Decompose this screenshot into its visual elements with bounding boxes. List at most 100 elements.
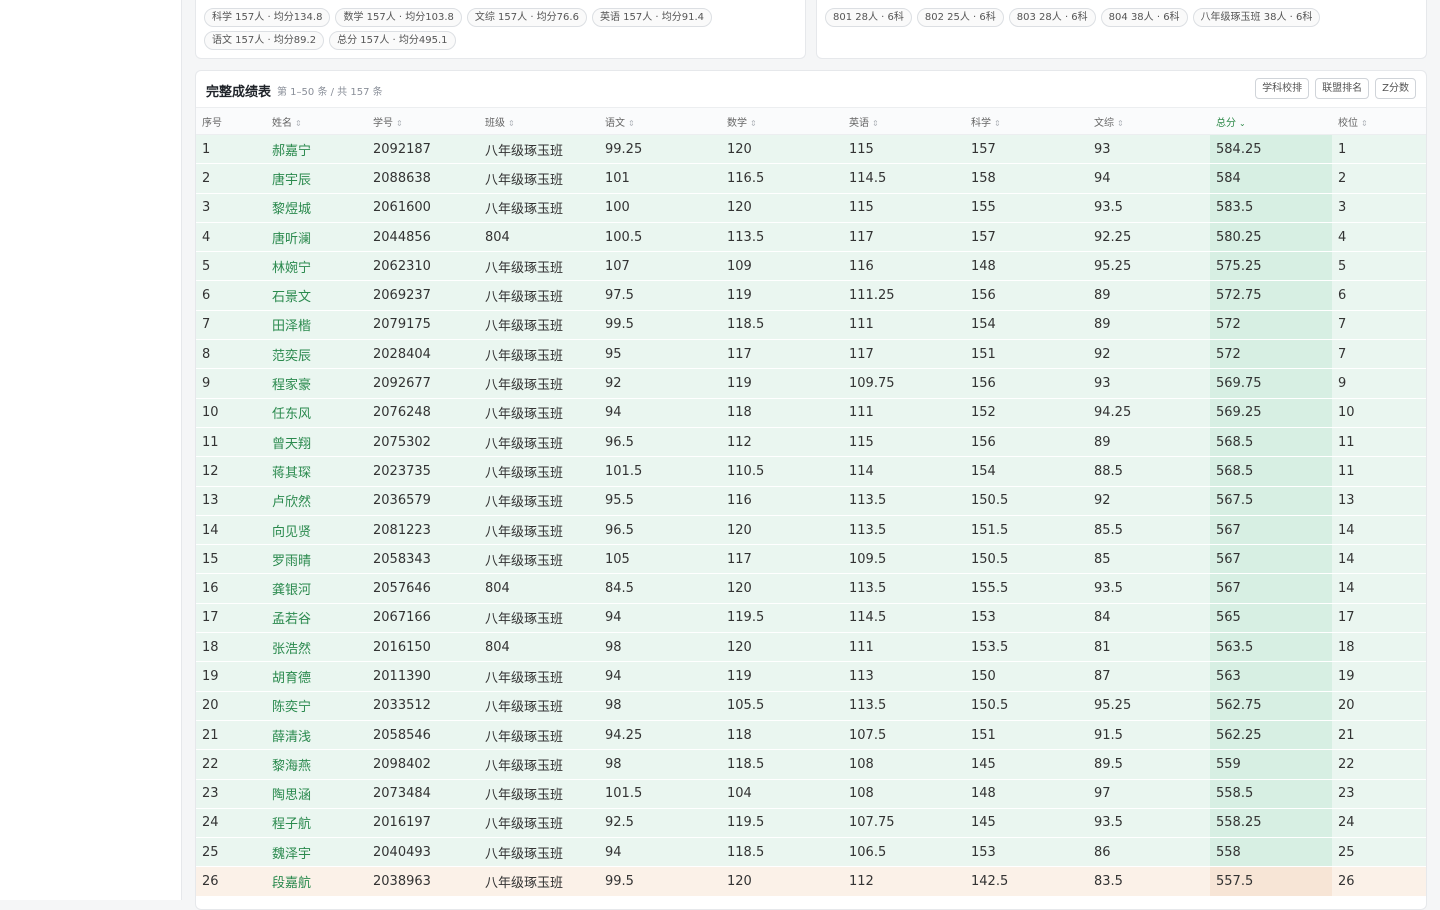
cell-class: 八年级琢玉班	[479, 779, 599, 809]
cell-name[interactable]: 魏泽宇	[266, 837, 367, 868]
table-row[interactable]: 5 林婉宁 2062310 八年级琢玉班 107 109 116 148 95.25 575.25…	[196, 251, 1426, 282]
table-row[interactable]: 18 张浩然 2016150 804 98 120 111 153.5 81 563.5 18	[196, 632, 1426, 663]
cell-class: 八年级琢玉班	[479, 193, 599, 223]
table-row[interactable]: 20 陈奕宁 2033512 八年级琢玉班 98 105.5 113.5 150.5 95.25…	[196, 691, 1426, 721]
cell-name[interactable]: 段嘉航	[266, 866, 367, 897]
cell-name[interactable]: 张浩然	[266, 632, 367, 663]
table-row[interactable]: 12 蒋其琛 2023735 八年级琢玉班 101.5 110.5 114 154 88.5 56…	[196, 456, 1426, 487]
cell-name[interactable]: 任东风	[266, 398, 367, 428]
cell-student-id: 2069237	[367, 280, 479, 311]
table-row[interactable]: 26 段嘉航 2038963 八年级琢玉班 99.5 120 112 142.5 83.5 557…	[196, 866, 1426, 897]
cell-student-id: 2088638	[367, 163, 479, 194]
cell-math: 119	[721, 661, 843, 692]
cell-humanities: 86	[1088, 837, 1210, 868]
subject-chips: 科学 157人 · 均分134.8 数学 157人 · 均分103.8 文综 157…	[204, 8, 797, 50]
cell-student-id: 2044856	[367, 222, 479, 253]
cell-name[interactable]: 曾天翔	[266, 427, 367, 458]
cell-chinese: 101	[599, 163, 721, 194]
z-score-button[interactable]: Z分数	[1375, 78, 1416, 99]
table-row[interactable]: 7 田泽楷 2079175 八年级琢玉班 99.5 118.5 111 154 89 572 7	[196, 310, 1426, 341]
table-row[interactable]: 19 胡育德 2011390 八年级琢玉班 94 119 113 150 87 563 19	[196, 661, 1426, 692]
table-row[interactable]: 9 程家豪 2092677 八年级琢玉班 92 119 109.75 156 93 569.75 9	[196, 368, 1426, 399]
cell-humanities: 89	[1088, 280, 1210, 311]
table-row[interactable]: 3 黎煜城 2061600 八年级琢玉班 100 120 115 155 93.5 583.5 3	[196, 193, 1426, 223]
cell-name[interactable]: 薛清浅	[266, 720, 367, 751]
cell-humanities: 87	[1088, 661, 1210, 692]
cell-chinese: 94	[599, 837, 721, 868]
column-header-science[interactable]: 科学 ⇕	[965, 108, 1088, 135]
class-summary-chip: 803 28人 · 6科	[1008, 8, 1096, 27]
cell-science: 156	[965, 427, 1088, 458]
column-header-humanities[interactable]: 文综 ⇕	[1088, 108, 1210, 135]
cell-class: 八年级琢玉班	[479, 749, 599, 780]
cell-school-rank: 23	[1332, 779, 1426, 809]
cell-name[interactable]: 程子航	[266, 808, 367, 839]
cell-class: 804	[479, 573, 599, 604]
cell-total: 568.5	[1210, 427, 1332, 458]
column-header-chinese[interactable]: 语文 ⇕	[599, 108, 721, 135]
cell-humanities: 92.25	[1088, 222, 1210, 253]
column-header-name[interactable]: 姓名 ⇕	[266, 108, 367, 135]
column-header-total[interactable]: 总分 ⌄	[1210, 108, 1332, 135]
cell-student-id: 2016197	[367, 808, 479, 839]
table-row[interactable]: 1 郝嘉宁 2092187 八年级琢玉班 99.25 120 115 157 93 584.25 1	[196, 134, 1426, 165]
table-row[interactable]: 22 黎海燕 2098402 八年级琢玉班 98 118.5 108 145 89.5 559 22	[196, 749, 1426, 780]
table-row[interactable]: 10 任东风 2076248 八年级琢玉班 94 118 111 152 94.25 569.25…	[196, 398, 1426, 428]
table-row[interactable]: 8 范奕辰 2028404 八年级琢玉班 95 117 117 151 92 572 7	[196, 339, 1426, 370]
table-row[interactable]: 13 卢欣然 2036579 八年级琢玉班 95.5 116 113.5 150.5 92 567…	[196, 486, 1426, 516]
cell-name[interactable]: 孟若谷	[266, 603, 367, 634]
cell-chinese: 92.5	[599, 808, 721, 839]
cell-name[interactable]: 胡育德	[266, 661, 367, 692]
subject-rank-button[interactable]: 学科校排	[1255, 78, 1310, 99]
table-body: 1 郝嘉宁 2092187 八年级琢玉班 99.25 120 115 157 93 584.25 1…	[196, 134, 1426, 897]
cell-name[interactable]: 向见贤	[266, 515, 367, 546]
cell-math: 118	[721, 720, 843, 751]
cell-name[interactable]: 卢欣然	[266, 486, 367, 516]
table-row[interactable]: 11 曾天翔 2075302 八年级琢玉班 96.5 112 115 156 89 568.5 11	[196, 427, 1426, 458]
cell-name[interactable]: 黎煜城	[266, 193, 367, 223]
cell-name[interactable]: 林婉宁	[266, 251, 367, 282]
cell-name[interactable]: 陶思涵	[266, 779, 367, 809]
cell-name[interactable]: 田泽楷	[266, 310, 367, 341]
table-row[interactable]: 6 石景文 2069237 八年级琢玉班 97.5 119 111.25 156 89 572.7…	[196, 280, 1426, 311]
table-row[interactable]: 17 孟若谷 2067166 八年级琢玉班 94 119.5 114.5 153 84 565 17	[196, 603, 1426, 634]
cell-name[interactable]: 程家豪	[266, 368, 367, 399]
cell-index: 14	[196, 515, 266, 546]
cell-name[interactable]: 范奕辰	[266, 339, 367, 370]
cell-total: 558	[1210, 837, 1332, 868]
table-row[interactable]: 16 龚银河 2057646 804 84.5 120 113.5 155.5 93.5 567 1…	[196, 573, 1426, 604]
table-row[interactable]: 23 陶思涵 2073484 八年级琢玉班 101.5 104 108 148 97 558.5 2…	[196, 779, 1426, 809]
cell-total: 569.25	[1210, 398, 1332, 428]
league-rank-button[interactable]: 联盟排名	[1315, 78, 1370, 99]
column-header-english[interactable]: 英语 ⇕	[843, 108, 965, 135]
table-row[interactable]: 21 薛清浅 2058546 八年级琢玉班 94.25 118 107.5 151 91.5 56…	[196, 720, 1426, 751]
cell-name[interactable]: 唐宇辰	[266, 163, 367, 194]
cell-science: 158	[965, 163, 1088, 194]
cell-name[interactable]: 黎海燕	[266, 749, 367, 780]
cell-class: 八年级琢玉班	[479, 427, 599, 458]
cell-name[interactable]: 石景文	[266, 280, 367, 311]
column-header-school-rank[interactable]: 校位 ⇕	[1332, 108, 1426, 135]
class-summary-card: 801 28人 · 6科 802 25人 · 6科 803 28人 · 6科 804 …	[816, 0, 1427, 59]
column-header-math[interactable]: 数学 ⇕	[721, 108, 843, 135]
cell-english: 113.5	[843, 515, 965, 546]
cell-name[interactable]: 罗雨晴	[266, 544, 367, 575]
column-header-class[interactable]: 班级 ⇕	[479, 108, 599, 135]
cell-total: 562.25	[1210, 720, 1332, 751]
column-header-student-id[interactable]: 学号 ⇕	[367, 108, 479, 135]
cell-name[interactable]: 陈奕宁	[266, 691, 367, 721]
cell-class: 八年级琢玉班	[479, 866, 599, 897]
table-row[interactable]: 2 唐宇辰 2088638 八年级琢玉班 101 116.5 114.5 158 94 584 2	[196, 163, 1426, 194]
cell-name[interactable]: 龚银河	[266, 573, 367, 604]
table-row[interactable]: 15 罗雨晴 2058343 八年级琢玉班 105 117 109.5 150.5 85 567 1…	[196, 544, 1426, 575]
cell-student-id: 2038963	[367, 866, 479, 897]
cell-name[interactable]: 蒋其琛	[266, 456, 367, 487]
cell-name[interactable]: 唐听澜	[266, 222, 367, 253]
table-row[interactable]: 24 程子航 2016197 八年级琢玉班 92.5 119.5 107.75 145 93.5…	[196, 808, 1426, 839]
cell-class: 八年级琢玉班	[479, 163, 599, 194]
table-row[interactable]: 14 向见贤 2081223 八年级琢玉班 96.5 120 113.5 151.5 85.5 5…	[196, 515, 1426, 546]
table-row[interactable]: 4 唐听澜 2044856 804 100.5 113.5 117 157 92.25 580.2…	[196, 222, 1426, 253]
cell-name[interactable]: 郝嘉宁	[266, 134, 367, 165]
table-row[interactable]: 25 魏泽宇 2040493 八年级琢玉班 94 118.5 106.5 153 86 558 25	[196, 837, 1426, 868]
cell-science: 155	[965, 193, 1088, 223]
